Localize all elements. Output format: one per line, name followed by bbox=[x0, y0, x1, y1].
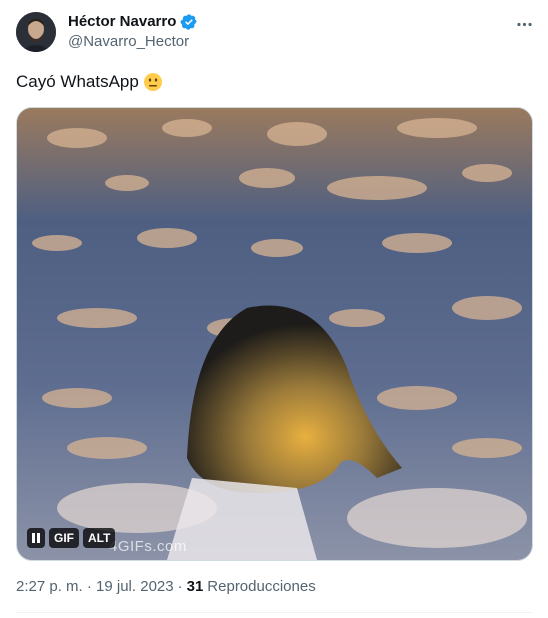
more-horizontal-icon bbox=[516, 22, 532, 26]
gif-controls: GIF ALT bbox=[27, 528, 116, 548]
author-name-row: Héctor Navarro bbox=[68, 12, 198, 32]
views-count: 31 bbox=[186, 578, 204, 595]
pause-icon bbox=[32, 528, 40, 548]
author-handle[interactable]: @Navarro_Hector bbox=[68, 32, 189, 52]
neutral-face-emoji-icon bbox=[143, 72, 163, 92]
views-label: Reproducciones bbox=[207, 578, 316, 595]
tweet-timestamp[interactable]: 2:27 p. m. · 19 jul. 2023 bbox=[16, 577, 174, 597]
author-display-name[interactable]: Héctor Navarro bbox=[68, 12, 176, 32]
tweet-media-gif[interactable]: 4GIFs.com GIF ALT bbox=[16, 107, 533, 561]
divider bbox=[16, 612, 532, 613]
meta-separator: · bbox=[177, 578, 183, 595]
author-avatar[interactable] bbox=[16, 12, 56, 52]
tweet-text-content: Cayó WhatsApp bbox=[16, 72, 139, 91]
alt-text-button[interactable]: ALT bbox=[83, 528, 116, 548]
verified-badge-icon[interactable] bbox=[180, 13, 198, 31]
gif-watermark: 4GIFs.com bbox=[109, 538, 187, 555]
more-options-button[interactable] bbox=[512, 12, 536, 36]
tweet-meta: 2:27 p. m. · 19 jul. 2023 · 31 Reproducc… bbox=[16, 577, 316, 597]
gif-badge: GIF bbox=[49, 528, 79, 548]
gif-frame-image bbox=[17, 108, 532, 560]
tweet-text: Cayó WhatsApp bbox=[16, 70, 163, 94]
tweet-card: Héctor Navarro @Navarro_Hector Cayó What… bbox=[0, 0, 548, 618]
pause-button[interactable] bbox=[27, 528, 45, 548]
